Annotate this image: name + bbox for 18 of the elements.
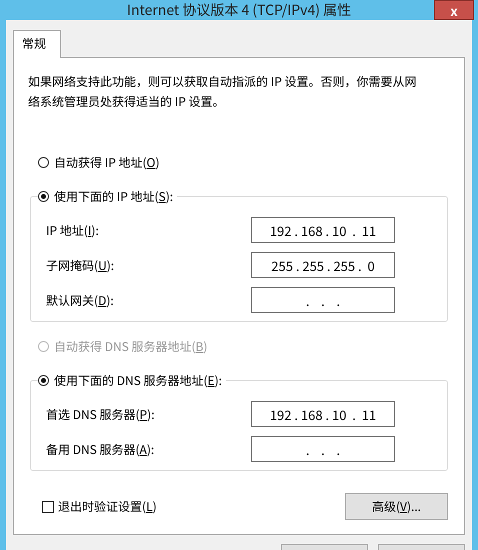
ip-address-field[interactable]: . . . <box>251 436 395 462</box>
ip-address-field[interactable]: 192 . 168 . 10 . 11 <box>251 401 395 427</box>
ip-address-field[interactable]: . . . <box>251 287 395 313</box>
description-text: 如果网络支持此功能，则可以获取自动指派的 IP 设置。否则，你需要从网络系统管理员处获得适当的 IP 设置。 <box>28 72 418 112</box>
field-label: 默认网关(D): <box>46 292 114 308</box>
advanced-button[interactable]: 高级(V)... <box>345 493 448 520</box>
radio-button[interactable]: 使用下面的 IP 地址(S): <box>38 188 178 205</box>
field-label: 备用 DNS 服务器(A): <box>46 440 154 458</box>
close-button[interactable]: x <box>434 0 474 20</box>
field-label: IP 地址(I): <box>46 222 99 238</box>
field-label: 首选 DNS 服务器(P): <box>46 406 155 422</box>
window-title: Internet 协议版本 4 (TCP/IPv4) 属性 <box>126 0 352 20</box>
tab[interactable]: 常规 <box>13 30 62 58</box>
validate-checkbox[interactable]: 退出时验证设置(L) <box>42 498 157 515</box>
ip-address-field[interactable]: 255 . 255 . 255 . 0 <box>251 252 395 278</box>
radio-button[interactable]: 使用下面的 DNS 服务器地址(E): <box>38 372 226 389</box>
ip-address-field[interactable]: 192 . 168 . 10 . 11 <box>251 217 395 243</box>
field-label: 子网掩码(U): <box>46 256 114 274</box>
